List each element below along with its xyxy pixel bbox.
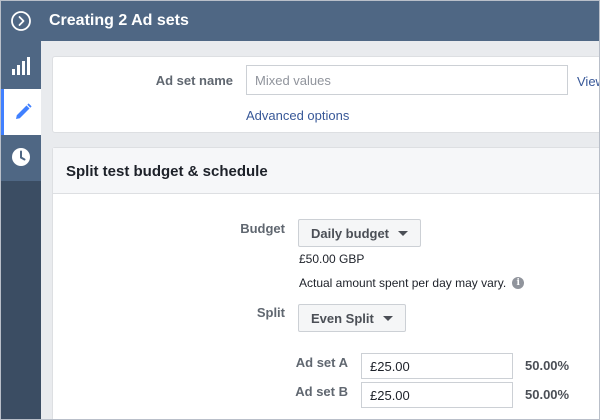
main-content: Ad set name View Advanced options Split …: [41, 41, 599, 419]
rail-item-edit[interactable]: [1, 89, 41, 135]
pencil-icon: [15, 103, 32, 119]
budget-type-value: Daily budget: [311, 225, 390, 241]
ad-set-name-label: Ad set name: [155, 73, 233, 88]
budget-amount: £50.00 GBP: [299, 252, 365, 266]
split-type-value: Even Split: [311, 310, 374, 326]
budget-schedule-card: Split test budget & schedule Budget Dail…: [52, 147, 599, 419]
budget-note-text: Actual amount spent per day may vary.: [299, 276, 507, 290]
ad-set-a-percent: 50.00%: [525, 358, 570, 373]
collapse-toggle-button[interactable]: [1, 1, 41, 41]
budget-label: Budget: [240, 221, 285, 236]
info-icon[interactable]: i: [512, 277, 525, 289]
caret-down-icon: [398, 230, 409, 236]
left-rail: [1, 41, 41, 419]
clock-icon: [12, 148, 30, 166]
ad-set-name-input[interactable]: [246, 65, 568, 95]
card-header: Split test budget & schedule: [53, 148, 599, 194]
page-title: Creating 2 Ad sets: [49, 12, 189, 29]
view-link[interactable]: View: [577, 74, 599, 89]
budget-note: Actual amount spent per day may vary. i: [299, 276, 525, 290]
ad-set-a-amount-input[interactable]: [361, 353, 513, 379]
header-bar: Creating 2 Ad sets: [1, 1, 599, 41]
ad-set-b-amount-input[interactable]: [361, 382, 513, 408]
ad-set-b-label: Ad set B: [295, 384, 348, 399]
ad-set-b-percent: 50.00%: [525, 387, 570, 402]
rail-item-schedule[interactable]: [1, 135, 41, 179]
split-type-dropdown[interactable]: Even Split: [298, 304, 406, 332]
bar-chart-icon: [12, 57, 30, 75]
rail-item-stats[interactable]: [1, 43, 41, 89]
ad-set-a-label: Ad set A: [295, 355, 348, 370]
ad-set-editor-window: Creating 2 Ad sets Ad set name Mixed val…: [0, 0, 600, 420]
advanced-options-link[interactable]: Advanced options: [246, 108, 349, 123]
section-title: Split test budget & schedule: [66, 163, 268, 180]
caret-down-icon: [382, 315, 393, 321]
budget-type-dropdown[interactable]: Daily budget: [298, 219, 422, 247]
chevron-right-circle-icon: [11, 11, 31, 31]
ad-set-name-card: Ad set name View Advanced options: [52, 56, 599, 133]
rail-spacer: [1, 181, 41, 419]
split-label: Split: [256, 305, 285, 320]
